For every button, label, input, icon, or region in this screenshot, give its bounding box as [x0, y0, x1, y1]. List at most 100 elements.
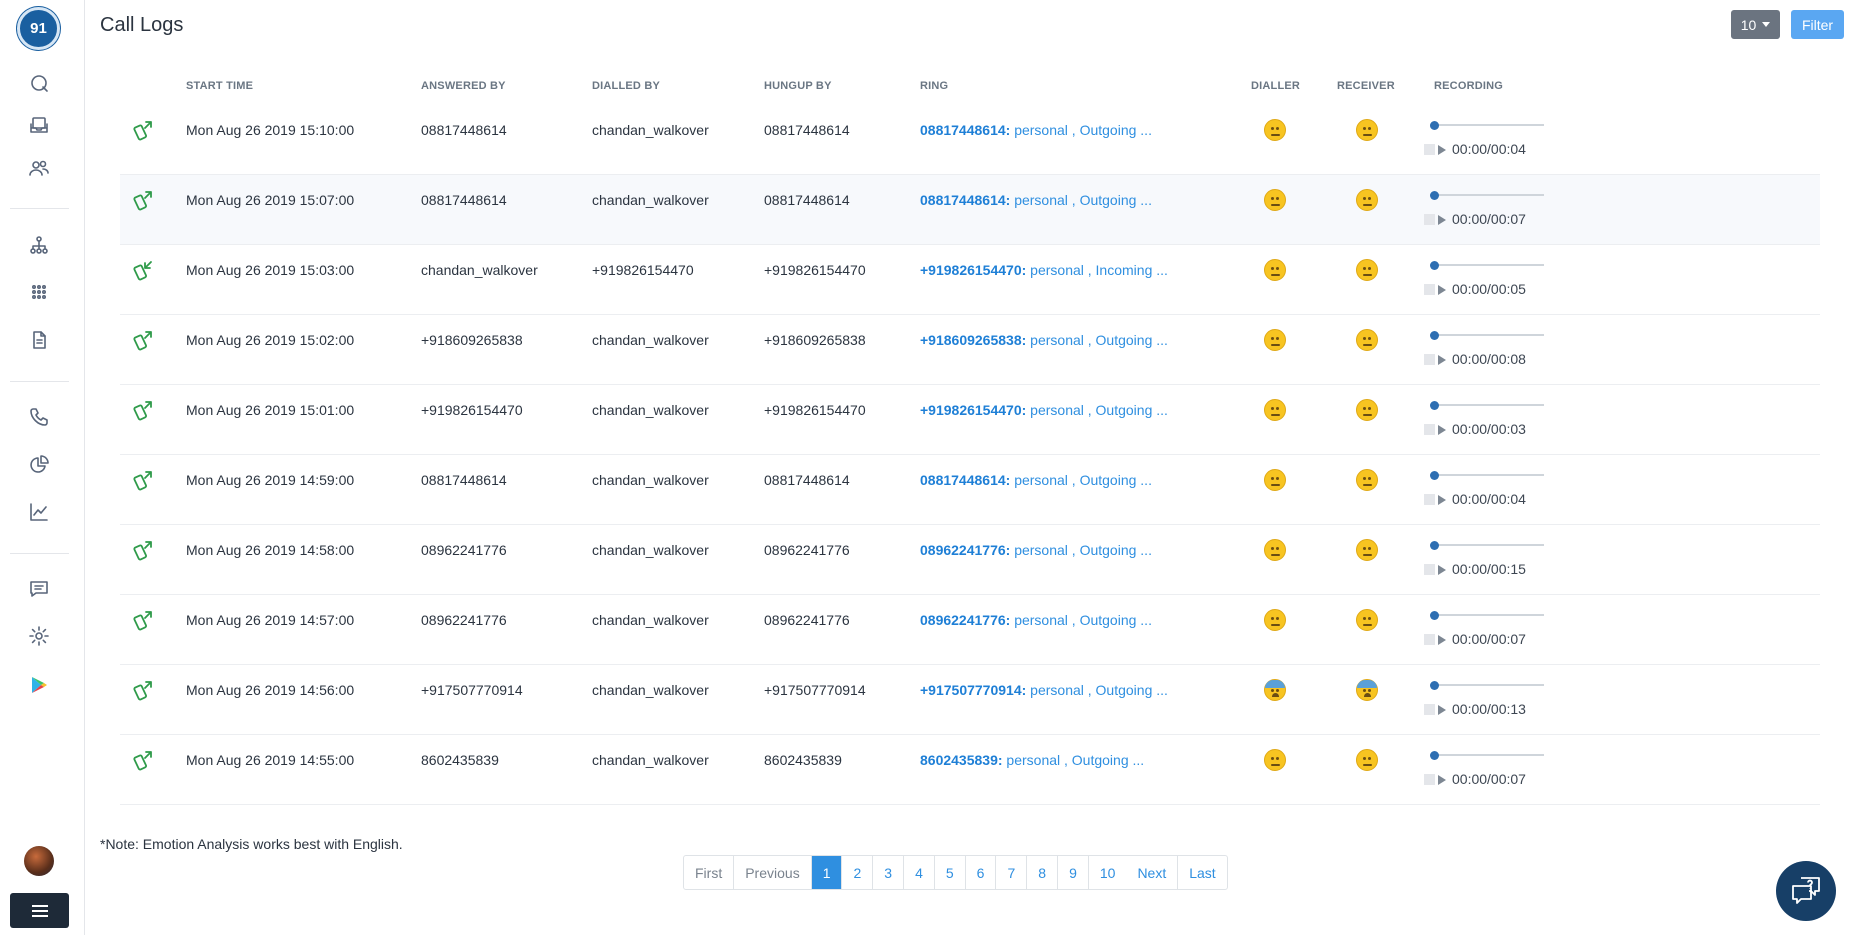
- table-row[interactable]: Mon Aug 26 2019 14:58:00 08962241776 cha…: [120, 525, 1820, 595]
- recording-seek-handle[interactable]: [1430, 191, 1439, 200]
- header-receiver[interactable]: RECEIVER: [1337, 80, 1395, 92]
- inbox-icon[interactable]: [25, 111, 53, 139]
- recording-seek-handle[interactable]: [1430, 541, 1439, 550]
- play-icon[interactable]: [1438, 145, 1446, 155]
- table-row[interactable]: Mon Aug 26 2019 14:56:00 +917507770914 c…: [120, 665, 1820, 735]
- brand-logo[interactable]: 91: [17, 7, 60, 50]
- pie-chart-icon[interactable]: [25, 451, 53, 479]
- pagination-page-3[interactable]: 3: [873, 856, 905, 889]
- play-icon[interactable]: [1438, 495, 1446, 505]
- recording-seek-track[interactable]: [1434, 684, 1544, 686]
- play-icon[interactable]: [1438, 775, 1446, 785]
- ring-link[interactable]: +918609265838: personal , Outgoing ...: [920, 331, 1168, 349]
- message-icon[interactable]: [25, 575, 53, 603]
- pagination-previous[interactable]: Previous: [734, 856, 812, 889]
- header-ring[interactable]: RING: [920, 80, 948, 92]
- stop-icon[interactable]: [1424, 144, 1435, 155]
- header-recording[interactable]: RECORDING: [1434, 80, 1503, 92]
- table-row[interactable]: Mon Aug 26 2019 15:01:00 +919826154470 c…: [120, 385, 1820, 455]
- line-chart-icon[interactable]: [25, 498, 53, 526]
- stop-icon[interactable]: [1424, 634, 1435, 645]
- table-row[interactable]: Mon Aug 26 2019 14:55:00 8602435839 chan…: [120, 735, 1820, 805]
- ring-link[interactable]: +919826154470: personal , Outgoing ...: [920, 401, 1168, 419]
- ring-link[interactable]: +917507770914: personal , Outgoing ...: [920, 681, 1168, 699]
- filter-button[interactable]: Filter: [1791, 10, 1844, 39]
- page-size-dropdown[interactable]: 10: [1731, 10, 1780, 39]
- play-icon[interactable]: [1438, 425, 1446, 435]
- recording-seek-track[interactable]: [1434, 474, 1544, 476]
- pagination-page-7[interactable]: 7: [996, 856, 1028, 889]
- stop-icon[interactable]: [1424, 214, 1435, 225]
- pagination-page-4[interactable]: 4: [904, 856, 935, 889]
- header-dialler[interactable]: DIALLER: [1251, 80, 1300, 92]
- users-icon[interactable]: [25, 154, 53, 182]
- pagination-first[interactable]: First: [684, 856, 735, 889]
- stop-icon[interactable]: [1424, 424, 1435, 435]
- ring-link[interactable]: 08817448614: personal , Outgoing ...: [920, 471, 1152, 489]
- header-answered-by[interactable]: ANSWERED BY: [421, 80, 506, 92]
- ring-link[interactable]: 08817448614: personal , Outgoing ...: [920, 191, 1152, 209]
- table-row[interactable]: Mon Aug 26 2019 15:10:00 08817448614 cha…: [120, 105, 1820, 175]
- table-row[interactable]: Mon Aug 26 2019 15:02:00 +918609265838 c…: [120, 315, 1820, 385]
- hierarchy-icon[interactable]: [25, 231, 53, 259]
- pagination-next[interactable]: Next: [1126, 856, 1179, 889]
- stop-icon[interactable]: [1424, 284, 1435, 295]
- recording-seek-handle[interactable]: [1430, 751, 1439, 760]
- play-icon[interactable]: [1438, 565, 1446, 575]
- recording-seek-track[interactable]: [1434, 404, 1544, 406]
- chat-search-icon[interactable]: [25, 69, 53, 97]
- phone-icon[interactable]: [25, 403, 53, 431]
- pagination-page-5[interactable]: 5: [935, 856, 966, 889]
- pagination-page-8[interactable]: 8: [1027, 856, 1059, 889]
- ring-link[interactable]: +919826154470: personal , Incoming ...: [920, 261, 1168, 279]
- recording-seek-track[interactable]: [1434, 334, 1544, 336]
- play-icon[interactable]: [1438, 705, 1446, 715]
- table-row[interactable]: Mon Aug 26 2019 15:03:00 chandan_walkove…: [120, 245, 1820, 315]
- pagination-page-9[interactable]: 9: [1058, 856, 1089, 889]
- play-icon[interactable]: [1438, 215, 1446, 225]
- pagination-last[interactable]: Last: [1178, 856, 1226, 889]
- play-icon[interactable]: [1438, 635, 1446, 645]
- ring-link[interactable]: 8602435839: personal , Outgoing ...: [920, 751, 1144, 769]
- help-chat-button[interactable]: [1776, 861, 1836, 921]
- play-store-icon[interactable]: [25, 671, 53, 699]
- recording-seek-track[interactable]: [1434, 124, 1544, 126]
- recording-seek-handle[interactable]: [1430, 681, 1439, 690]
- pagination-page-1[interactable]: 1: [811, 856, 843, 889]
- header-hungup-by[interactable]: HUNGUP BY: [764, 80, 832, 92]
- header-start-time[interactable]: START TIME: [186, 80, 253, 92]
- recording-seek-handle[interactable]: [1430, 401, 1439, 410]
- document-icon[interactable]: [25, 326, 53, 354]
- settings-icon[interactable]: [25, 622, 53, 650]
- pagination-page-10[interactable]: 10: [1089, 856, 1127, 889]
- stop-icon[interactable]: [1424, 564, 1435, 575]
- stop-icon[interactable]: [1424, 354, 1435, 365]
- pagination-page-2[interactable]: 2: [842, 856, 874, 889]
- ring-link[interactable]: 08817448614: personal , Outgoing ...: [920, 121, 1152, 139]
- table-row[interactable]: Mon Aug 26 2019 15:07:00 08817448614 cha…: [120, 175, 1820, 245]
- table-row[interactable]: Mon Aug 26 2019 14:57:00 08962241776 cha…: [120, 595, 1820, 665]
- user-avatar[interactable]: [24, 846, 54, 876]
- recording-seek-handle[interactable]: [1430, 611, 1439, 620]
- recording-seek-track[interactable]: [1434, 194, 1544, 196]
- recording-seek-track[interactable]: [1434, 264, 1544, 266]
- recording-seek-track[interactable]: [1434, 614, 1544, 616]
- recording-seek-track[interactable]: [1434, 544, 1544, 546]
- ring-link[interactable]: 08962241776: personal , Outgoing ...: [920, 541, 1152, 559]
- header-dialled-by[interactable]: DIALLED BY: [592, 80, 660, 92]
- stop-icon[interactable]: [1424, 494, 1435, 505]
- stop-icon[interactable]: [1424, 704, 1435, 715]
- dialpad-icon[interactable]: [25, 278, 53, 306]
- pagination-page-6[interactable]: 6: [966, 856, 997, 889]
- hamburger-menu-button[interactable]: [10, 893, 69, 928]
- recording-seek-handle[interactable]: [1430, 121, 1439, 130]
- play-icon[interactable]: [1438, 355, 1446, 365]
- ring-link[interactable]: 08962241776: personal , Outgoing ...: [920, 611, 1152, 629]
- table-row[interactable]: Mon Aug 26 2019 14:59:00 08817448614 cha…: [120, 455, 1820, 525]
- recording-seek-handle[interactable]: [1430, 471, 1439, 480]
- recording-seek-track[interactable]: [1434, 754, 1544, 756]
- stop-icon[interactable]: [1424, 774, 1435, 785]
- recording-seek-handle[interactable]: [1430, 331, 1439, 340]
- recording-seek-handle[interactable]: [1430, 261, 1439, 270]
- play-icon[interactable]: [1438, 285, 1446, 295]
